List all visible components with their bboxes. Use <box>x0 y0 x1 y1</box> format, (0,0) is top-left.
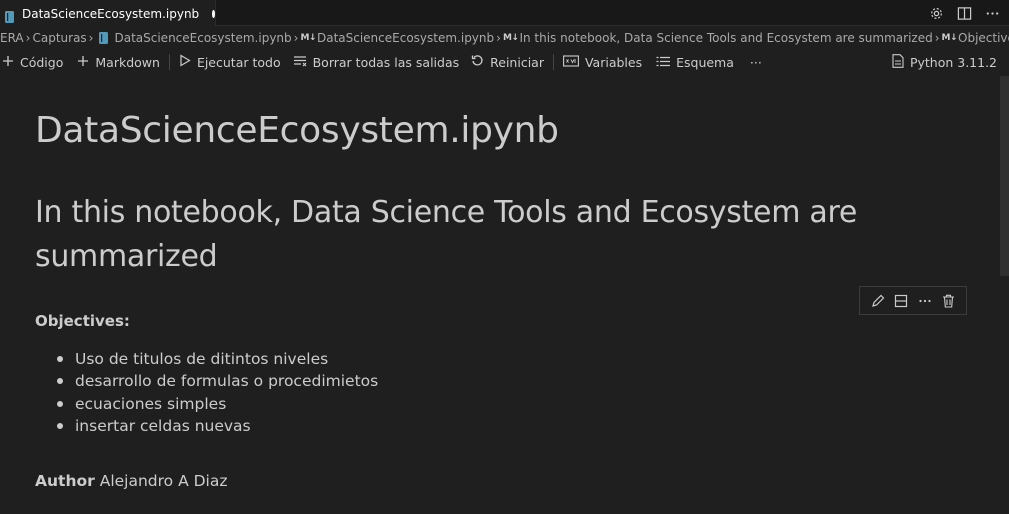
unsaved-dot-icon[interactable] <box>212 9 215 18</box>
kernel-icon <box>892 53 904 71</box>
notebook-content: DataScienceEcosystem.ipynb In this noteb… <box>0 76 1000 514</box>
list-item: insertar celdas nuevas <box>55 415 378 437</box>
settings-icon[interactable] <box>927 4 945 22</box>
notebook-toolbar: Código Markdown Ejecutar todo Borrar tod… <box>0 50 1009 74</box>
tab-label: DataScienceEcosystem.ipynb <box>22 6 200 21</box>
chevron-right-icon: › <box>496 31 501 45</box>
toolbar-divider <box>552 54 554 70</box>
tab-datascienceecosystem[interactable]: DataScienceEcosystem.ipynb <box>0 0 216 26</box>
tab-bar: DataScienceEcosystem.ipynb <box>0 0 1009 26</box>
list-item: desarrollo de formulas o procedimietos <box>55 370 378 392</box>
breadcrumb-item[interactable]: Capturas <box>32 31 86 45</box>
breadcrumb-item[interactable]: DataScienceEcosystem.ipynb <box>95 31 292 45</box>
breadcrumb-item[interactable]: M↓ In this notebook, Data Science Tools … <box>503 31 933 45</box>
plus-icon <box>77 55 89 70</box>
heading-2: In this notebook, Data Science Tools and… <box>35 195 857 274</box>
clear-all-icon <box>293 55 307 70</box>
delete-icon[interactable] <box>940 293 956 309</box>
restart-label: Reiniciar <box>490 54 544 70</box>
breadcrumb-item[interactable]: ERA <box>0 31 24 45</box>
scrollbar[interactable] <box>1000 76 1009 514</box>
split-cell-icon[interactable] <box>893 293 909 309</box>
run-all-icon <box>179 54 191 70</box>
breadcrumb-label: In this notebook, Data Science Tools and… <box>519 31 933 45</box>
chevron-right-icon: › <box>934 31 940 45</box>
chevron-right-icon: › <box>293 31 299 45</box>
breadcrumb-label: Objectives: <box>958 31 1009 45</box>
variables-icon <box>563 54 579 70</box>
chevron-right-icon: › <box>25 31 31 45</box>
split-editor-icon[interactable] <box>955 4 973 22</box>
restart-button[interactable]: Reiniciar <box>467 51 548 73</box>
run-all-label: Ejecutar todo <box>196 54 281 70</box>
list-item: Uso de titulos de ditintos niveles <box>55 348 378 370</box>
author-name: Alejandro A Diaz <box>99 472 228 490</box>
add-code-label: Código <box>20 54 64 70</box>
add-code-button[interactable]: Código <box>0 51 67 73</box>
toolbar-divider <box>168 54 170 70</box>
run-all-button[interactable]: Ejecutar todo <box>175 51 285 73</box>
markdown-icon: M↓ <box>502 33 519 43</box>
author-line: Author Alejandro A Diaz <box>35 472 227 490</box>
more-toolbar-button[interactable]: ··· <box>746 51 766 73</box>
objectives-list: Uso de titulos de ditintos niveles desar… <box>55 348 378 437</box>
clear-outputs-button[interactable]: Borrar todas las salidas <box>289 51 464 73</box>
cell-toolbar <box>859 286 967 315</box>
breadcrumb-item[interactable]: M↓ Objectives: <box>942 31 1009 45</box>
ellipsis-icon: ··· <box>749 54 762 70</box>
variables-button[interactable]: Variables <box>559 51 646 73</box>
variables-label: Variables <box>584 54 643 70</box>
plus-icon <box>2 55 14 70</box>
objectives-label: Objectives: <box>35 312 130 330</box>
outline-icon <box>656 55 671 70</box>
scrollbar-thumb[interactable] <box>1000 76 1009 276</box>
more-actions-icon[interactable] <box>983 4 1001 22</box>
outline-button[interactable]: Esquema <box>652 51 738 73</box>
clear-outputs-label: Borrar todas las salidas <box>312 54 460 70</box>
author-label: Author <box>35 472 95 490</box>
restart-icon <box>471 54 484 70</box>
add-markdown-button[interactable]: Markdown <box>73 51 164 73</box>
markdown-icon: M↓ <box>941 33 958 43</box>
breadcrumb-label: DataScienceEcosystem.ipynb <box>316 31 495 45</box>
more-icon[interactable] <box>917 293 933 309</box>
breadcrumb: ERA › Capturas › DataScienceEcosystem.ip… <box>0 27 1009 49</box>
notebook-file-icon <box>5 8 14 23</box>
heading-1: DataScienceEcosystem.ipynb <box>35 110 559 151</box>
markdown-icon: M↓ <box>300 33 316 43</box>
notebook-file-icon <box>99 32 109 44</box>
add-markdown-label: Markdown <box>95 54 160 70</box>
breadcrumb-label: DataScienceEcosystem.ipynb <box>114 31 292 45</box>
kernel-label: Python 3.11.2 <box>909 54 997 70</box>
chevron-right-icon: › <box>88 31 94 45</box>
outline-label: Esquema <box>676 54 734 70</box>
list-item: ecuaciones simples <box>55 393 378 415</box>
kernel-picker[interactable]: Python 3.11.2 <box>892 50 997 74</box>
edit-icon[interactable] <box>870 293 886 309</box>
breadcrumb-item[interactable]: M↓ DataScienceEcosystem.ipynb <box>300 31 494 45</box>
